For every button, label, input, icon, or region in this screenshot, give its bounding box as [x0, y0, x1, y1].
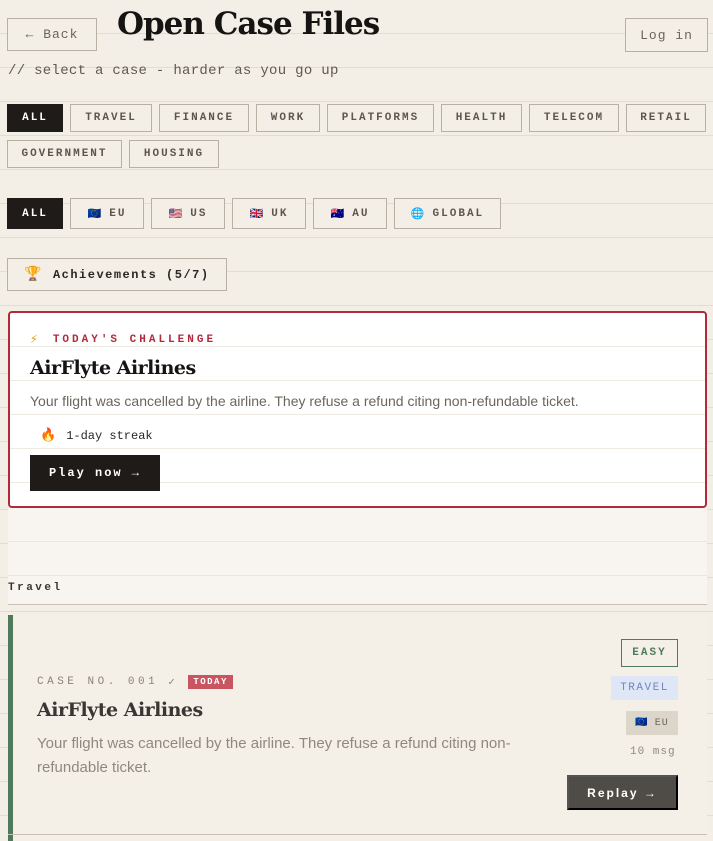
play-now-button[interactable]: Play now → — [30, 455, 160, 491]
back-button[interactable]: ← Back — [7, 18, 97, 51]
region-filter-uk[interactable]: 🇬🇧 UK — [232, 198, 306, 229]
today-badge: TODAY — [188, 675, 233, 689]
lightning-icon: ⚡ — [30, 332, 41, 347]
category-filter-telecom[interactable]: TELECOM — [529, 104, 619, 132]
case-number: CASE NO. 001 ✓ TODAY — [37, 675, 233, 689]
challenge-description: Your flight was cancelled by the airline… — [30, 393, 579, 409]
page-title: Open Case Files — [117, 6, 380, 42]
uk-flag-icon: 🇬🇧 — [249, 208, 264, 221]
spacer — [8, 508, 707, 604]
challenge-name: AirFlyte Airlines — [30, 357, 196, 379]
login-button[interactable]: Log in — [625, 18, 708, 52]
region-filter-us[interactable]: 🇺🇸 US — [151, 198, 225, 229]
eu-flag-icon: 🇪🇺 — [635, 718, 649, 729]
streak-indicator: 🔥 1-day streak — [40, 428, 153, 443]
category-filter-all[interactable]: ALL — [7, 104, 63, 132]
eu-flag-icon: 🇪🇺 — [87, 208, 102, 221]
check-icon: ✓ — [168, 677, 179, 689]
streak-text: 1-day streak — [66, 428, 153, 443]
region-filter-au[interactable]: 🇦🇺 AU — [313, 198, 387, 229]
region-label: AU — [352, 207, 370, 220]
todays-challenge-card: ⚡ TODAY'S CHALLENGE AirFlyte Airlines Yo… — [8, 311, 707, 508]
category-filter-platforms[interactable]: PLATFORMS — [327, 104, 434, 132]
region-filter-eu[interactable]: 🇪🇺 EU — [70, 198, 144, 229]
region-tag-label: EU — [654, 717, 669, 729]
region-label: GLOBAL — [432, 207, 485, 220]
case-card[interactable]: CASE NO. 001 ✓ TODAY AirFlyte Airlines Y… — [8, 615, 707, 841]
category-tag: TRAVEL — [611, 676, 678, 700]
replay-button[interactable]: Replay → — [567, 775, 678, 810]
region-filter-global[interactable]: 🌐 GLOBAL — [394, 198, 501, 229]
region-filter-all[interactable]: ALL — [7, 198, 63, 229]
us-flag-icon: 🇺🇸 — [168, 208, 183, 221]
region-label: US — [190, 207, 208, 220]
difficulty-badge: EASY — [621, 639, 678, 667]
achievements-label: Achievements (5/7) — [52, 267, 210, 282]
case-description: Your flight was cancelled by the airline… — [37, 735, 511, 776]
challenge-label: ⚡ TODAY'S CHALLENGE — [30, 332, 216, 347]
fire-icon: 🔥 — [40, 428, 57, 443]
difficulty-indicator-bar — [8, 615, 13, 841]
category-filter-retail[interactable]: RETAIL — [626, 104, 706, 132]
globe-icon: 🌐 — [410, 208, 425, 221]
case-number-text: CASE NO. 001 — [37, 676, 159, 688]
category-filter-travel[interactable]: TRAVEL — [70, 104, 152, 132]
category-filter-health[interactable]: HEALTH — [441, 104, 522, 132]
category-filter-finance[interactable]: FINANCE — [159, 104, 249, 132]
region-label: ALL — [22, 207, 48, 220]
divider — [8, 604, 707, 605]
region-label: EU — [109, 207, 127, 220]
region-tag: 🇪🇺 EU — [626, 711, 678, 735]
divider — [8, 834, 707, 835]
category-filter-work[interactable]: WORK — [256, 104, 320, 132]
message-count: 10 msg — [630, 746, 676, 758]
au-flag-icon: 🇦🇺 — [330, 208, 345, 221]
challenge-label-text: TODAY'S CHALLENGE — [52, 333, 217, 346]
category-filter-government[interactable]: GOVERNMENT — [7, 140, 122, 168]
category-filter-housing[interactable]: HOUSING — [129, 140, 219, 168]
section-title: Travel — [8, 582, 63, 594]
trophy-icon: 🏆 — [24, 267, 43, 283]
page-subtitle: // select a case - harder as you go up — [8, 63, 339, 79]
region-label: UK — [271, 207, 289, 220]
case-name: AirFlyte Airlines — [37, 699, 203, 721]
achievements-button[interactable]: 🏆 Achievements (5/7) — [7, 258, 227, 291]
